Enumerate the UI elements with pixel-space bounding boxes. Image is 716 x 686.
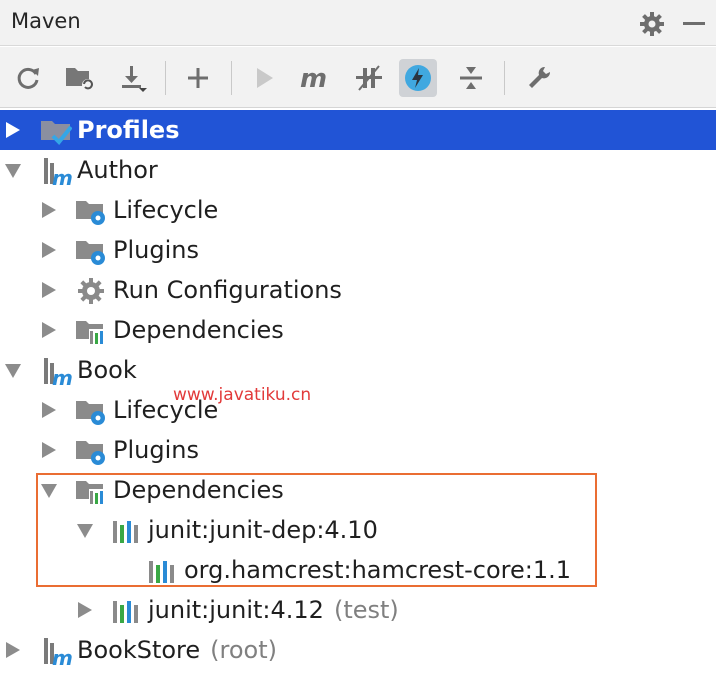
library-icon bbox=[149, 561, 174, 583]
tree-row-author-dependencies[interactable]: Dependencies bbox=[0, 310, 716, 350]
project-name: BookStore bbox=[77, 636, 201, 664]
lifecycle-folder-gear-icon bbox=[76, 401, 105, 425]
chevron-right-icon[interactable] bbox=[40, 281, 58, 299]
add-icon[interactable] bbox=[179, 59, 217, 97]
tree-row-transitive-dependency[interactable]: org.hamcrest:hamcrest-core:1.1 bbox=[0, 550, 716, 590]
tree-row-profiles[interactable]: Profiles bbox=[0, 110, 716, 150]
chevron-right-icon[interactable] bbox=[40, 441, 58, 459]
library-icon bbox=[113, 521, 138, 543]
tree-row-author-lifecycle[interactable]: Lifecycle bbox=[0, 190, 716, 230]
plugins-folder-gear-icon bbox=[76, 241, 105, 265]
svg-text:m: m bbox=[300, 64, 327, 93]
download-icon[interactable] bbox=[113, 59, 151, 97]
tree-row-dependency[interactable]: junit:junit:4.12 (test) bbox=[0, 590, 716, 630]
tree-label: Lifecycle bbox=[113, 196, 219, 224]
run-configurations-gear-icon bbox=[78, 278, 104, 304]
tree-label: Plugins bbox=[113, 436, 199, 464]
maven-module-icon: m bbox=[44, 158, 72, 187]
dependency-scope: (test) bbox=[333, 596, 399, 624]
execute-maven-goal-icon[interactable]: m bbox=[296, 59, 334, 97]
tree-label: Author bbox=[77, 156, 158, 184]
chevron-right-icon[interactable] bbox=[4, 641, 22, 659]
dependency-coordinates: junit:junit:4.12 bbox=[148, 596, 324, 624]
root-badge: (root) bbox=[210, 636, 278, 664]
chevron-right-icon[interactable] bbox=[40, 241, 58, 259]
tree-label: Book bbox=[77, 356, 137, 384]
tree-row-author-run-configurations[interactable]: Run Configurations bbox=[0, 270, 716, 310]
minimize-icon[interactable] bbox=[680, 10, 708, 38]
tree-row-book-dependencies[interactable]: Dependencies bbox=[0, 470, 716, 510]
tree-row-book-plugins[interactable]: Plugins bbox=[0, 430, 716, 470]
tree-label: junit:junit:4.12 (test) bbox=[148, 596, 399, 624]
plugins-folder-gear-icon bbox=[76, 441, 105, 465]
chevron-down-icon[interactable] bbox=[76, 521, 94, 539]
tree-row-bookstore-project[interactable]: m BookStore (root) bbox=[0, 630, 716, 670]
chevron-right-icon[interactable] bbox=[40, 401, 58, 419]
profiles-folder-icon bbox=[41, 121, 72, 145]
dependencies-folder-icon bbox=[76, 481, 105, 505]
maven-toolbar: m bbox=[0, 47, 716, 108]
panel-title: Maven bbox=[11, 9, 81, 33]
maven-module-icon: m bbox=[44, 358, 72, 387]
tree-label: Dependencies bbox=[113, 476, 284, 504]
run-icon[interactable] bbox=[245, 59, 283, 97]
chevron-right-icon[interactable] bbox=[76, 601, 94, 619]
tree-label: Plugins bbox=[113, 236, 199, 264]
tree-row-author-project[interactable]: m Author bbox=[0, 150, 716, 190]
dependencies-folder-icon bbox=[76, 321, 105, 345]
chevron-down-icon[interactable] bbox=[4, 361, 22, 379]
library-icon bbox=[113, 601, 138, 623]
chevron-right-icon[interactable] bbox=[40, 321, 58, 339]
tree-label: org.hamcrest:hamcrest-core:1.1 bbox=[184, 556, 571, 584]
chevron-down-icon[interactable] bbox=[40, 481, 58, 499]
header-actions bbox=[638, 10, 708, 38]
settings-gear-icon[interactable] bbox=[638, 10, 666, 38]
tree-label: Profiles bbox=[77, 116, 180, 144]
chevron-right-icon[interactable] bbox=[4, 121, 22, 139]
maven-settings-wrench-icon[interactable] bbox=[520, 59, 558, 97]
collapse-all-icon[interactable] bbox=[452, 59, 490, 97]
tree-label: Dependencies bbox=[113, 316, 284, 344]
tree-row-dependency[interactable]: junit:junit-dep:4.10 bbox=[0, 510, 716, 550]
tree-label: BookStore (root) bbox=[77, 636, 277, 664]
toggle-skip-tests-icon[interactable] bbox=[350, 59, 388, 97]
chevron-right-icon[interactable] bbox=[40, 201, 58, 219]
tree-row-book-project[interactable]: m Book bbox=[0, 350, 716, 390]
svg-text:m: m bbox=[52, 166, 72, 187]
svg-text:m: m bbox=[52, 646, 72, 667]
watermark: www.javatiku.cn bbox=[173, 385, 312, 405]
offline-mode-lightning-icon[interactable] bbox=[399, 59, 437, 97]
tree-label: Run Configurations bbox=[113, 276, 342, 304]
generate-sources-folder-icon[interactable] bbox=[61, 59, 99, 97]
tree-row-author-plugins[interactable]: Plugins bbox=[0, 230, 716, 270]
chevron-down-icon[interactable] bbox=[4, 161, 22, 179]
tree-label: junit:junit-dep:4.10 bbox=[148, 516, 378, 544]
tool-window-header: Maven bbox=[0, 0, 716, 46]
tree-row-book-lifecycle[interactable]: Lifecycle bbox=[0, 390, 716, 430]
maven-module-icon: m bbox=[44, 638, 72, 667]
reload-icon[interactable] bbox=[9, 59, 47, 97]
lifecycle-folder-gear-icon bbox=[76, 201, 105, 225]
svg-text:m: m bbox=[52, 366, 72, 387]
